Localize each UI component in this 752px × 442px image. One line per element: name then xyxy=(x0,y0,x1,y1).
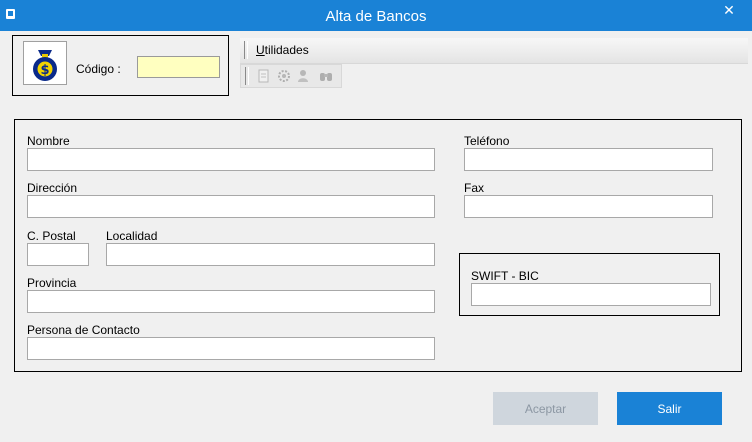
provincia-label: Provincia xyxy=(27,276,77,290)
document-icon[interactable] xyxy=(257,69,271,83)
localidad-label: Localidad xyxy=(106,229,158,243)
code-panel: $ Código : xyxy=(12,35,229,96)
localidad-field[interactable] xyxy=(106,243,435,266)
contacto-field[interactable] xyxy=(27,337,435,360)
menu-bar: Utilidades xyxy=(240,38,748,64)
menu-grip[interactable] xyxy=(244,41,248,59)
gear-icon[interactable] xyxy=(277,69,291,83)
aceptar-button[interactable]: Aceptar xyxy=(493,392,598,425)
menu-utilidades-mnemonic: U xyxy=(256,43,265,57)
direccion-field[interactable] xyxy=(27,195,435,218)
provincia-field[interactable] xyxy=(27,290,435,313)
code-label: Código : xyxy=(76,62,121,76)
cpostal-label: C. Postal xyxy=(27,229,76,243)
swift-field[interactable] xyxy=(471,283,711,306)
fax-field[interactable] xyxy=(464,195,713,218)
direccion-label: Dirección xyxy=(27,181,78,195)
telefono-field[interactable] xyxy=(464,148,713,171)
nombre-field[interactable] xyxy=(27,148,435,171)
user-settings-icon[interactable] xyxy=(297,69,311,83)
toolbar-grip[interactable] xyxy=(245,67,249,85)
svg-text:$: $ xyxy=(40,63,49,78)
nombre-label: Nombre xyxy=(27,134,70,148)
menu-utilidades[interactable]: Utilidades xyxy=(256,43,309,57)
binoculars-icon[interactable] xyxy=(319,69,333,83)
toolbar xyxy=(240,64,342,88)
title-bar: Alta de Bancos ✕ xyxy=(0,0,752,31)
salir-button[interactable]: Salir xyxy=(617,392,722,425)
code-input[interactable] xyxy=(137,56,220,78)
fax-label: Fax xyxy=(464,181,485,195)
window-title: Alta de Bancos xyxy=(325,8,427,25)
contacto-label: Persona de Contacto xyxy=(27,323,140,337)
close-icon[interactable]: ✕ xyxy=(706,0,752,22)
telefono-label: Teléfono xyxy=(464,134,510,148)
menu-utilidades-label: tilidades xyxy=(264,43,309,57)
money-bag-dollar-icon: $ xyxy=(23,41,67,85)
swift-label: SWIFT - BIC xyxy=(471,269,539,283)
cpostal-field[interactable] xyxy=(27,243,89,266)
